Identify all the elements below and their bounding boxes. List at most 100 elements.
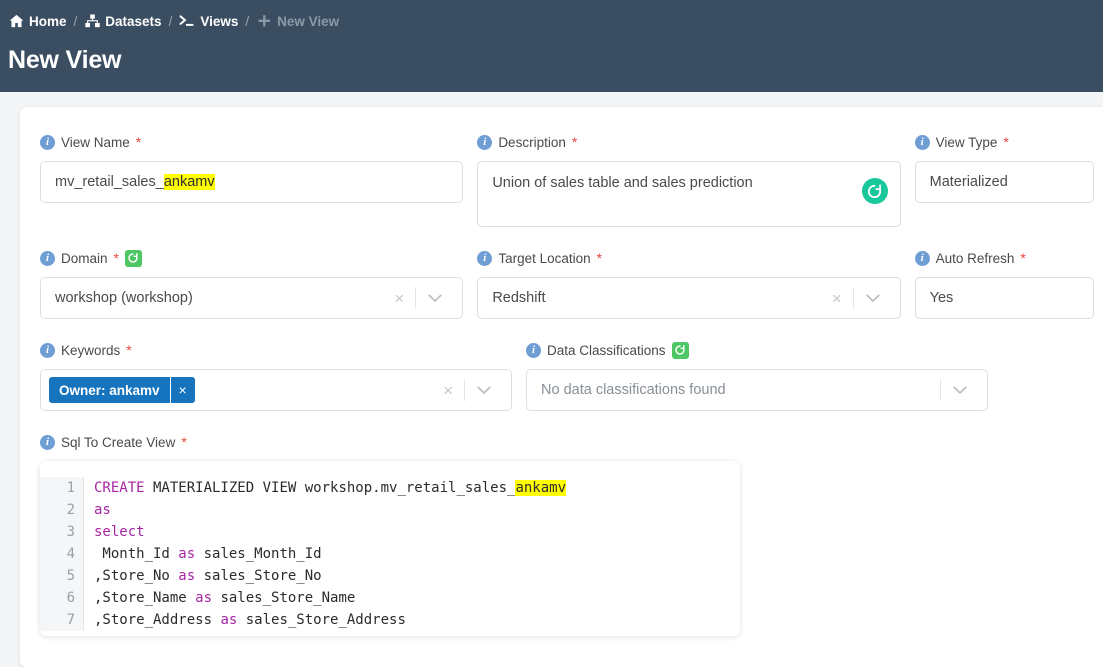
breadcrumb-item-datasets[interactable]: Datasets	[84, 13, 162, 29]
required-asterisk: *	[181, 434, 187, 450]
code-area[interactable]: 1 2 3 4 5 6 7 CREATE MATERIALIZED VIEW worksho…	[40, 477, 740, 631]
label-text: View Name	[61, 134, 130, 150]
select-controls	[940, 379, 977, 401]
label-text: Sql To Create View	[61, 434, 176, 450]
chevron-down-icon[interactable]	[854, 294, 890, 303]
line-number: 4	[66, 546, 75, 562]
target-location-label: i Target Location *	[477, 249, 900, 267]
code-line: CREATE MATERIALIZED VIEW workshop.mv_ret…	[94, 480, 567, 496]
datasets-icon	[84, 13, 100, 29]
info-icon[interactable]: i	[40, 250, 55, 266]
line-number: 7	[66, 612, 75, 628]
clear-icon[interactable]: ×	[383, 290, 415, 307]
breadcrumb-label: Datasets	[105, 13, 162, 29]
label-text: Description	[498, 134, 566, 150]
info-icon[interactable]: i	[914, 134, 930, 150]
info-icon[interactable]: i	[40, 434, 55, 450]
refresh-icon[interactable]	[124, 249, 142, 267]
terminal-icon	[179, 13, 195, 29]
info-icon[interactable]: i	[526, 342, 541, 358]
field-domain: i Domain * workshop (workshop) ×	[40, 249, 464, 319]
info-icon[interactable]: i	[40, 342, 55, 358]
home-icon	[8, 13, 24, 29]
info-icon[interactable]: i	[477, 250, 493, 266]
description-input[interactable]: Union of sales table and sales predictio…	[477, 161, 901, 227]
chevron-down-icon[interactable]	[416, 294, 452, 303]
domain-select[interactable]: workshop (workshop) ×	[40, 277, 464, 319]
view-name-input[interactable]: mv_retail_sales_ ankamv	[40, 161, 464, 203]
target-location-value: Redshift	[492, 290, 546, 306]
label-text: Keywords	[61, 342, 121, 358]
clear-icon[interactable]: ×	[432, 382, 464, 399]
domain-value: workshop (workshop)	[55, 290, 193, 306]
chevron-down-icon[interactable]	[465, 386, 501, 395]
select-controls: ×	[432, 379, 501, 401]
required-asterisk: *	[126, 342, 132, 358]
clear-icon[interactable]: ×	[821, 290, 853, 307]
line-number: 5	[66, 568, 75, 584]
label-text: Data Classifications	[547, 342, 666, 358]
required-asterisk: *	[1003, 134, 1009, 150]
view-name-value: mv_retail_sales_	[55, 174, 164, 190]
auto-refresh-input[interactable]: Yes	[914, 277, 1094, 319]
chevron-down-icon[interactable]	[941, 386, 977, 395]
code-line: Month_Id as sales_Month_Id	[94, 546, 322, 562]
chip-remove-icon[interactable]: ×	[169, 377, 195, 403]
line-number-gutter: 1 2 3 4 5 6 7	[40, 477, 84, 631]
field-sql-to-create-view: i Sql To Create View * 1 2 3 4 5 6 7 CREATE MA…	[40, 433, 1094, 636]
label-text: Auto Refresh	[935, 250, 1015, 266]
refresh-icon[interactable]	[671, 341, 689, 359]
label-text: Target Location	[498, 250, 591, 266]
breadcrumb-item-views[interactable]: Views	[179, 13, 238, 29]
domain-label: i Domain *	[40, 249, 463, 267]
breadcrumb-item-new-view: New View	[256, 13, 339, 29]
description-label: i Description *	[477, 133, 900, 151]
select-controls: ×	[821, 287, 890, 309]
data-classifications-select[interactable]: No data classifications found	[526, 369, 988, 411]
data-classifications-placeholder: No data classifications found	[541, 382, 726, 398]
view-type-input[interactable]: Materialized	[914, 161, 1094, 203]
view-type-value: Materialized	[929, 174, 1008, 190]
view-name-highlight: ankamv	[163, 174, 215, 190]
code-line: ,Store_Name as sales_Store_Name	[94, 590, 356, 606]
breadcrumb-label: Home	[29, 13, 67, 29]
code-line: ,Store_Address as sales_Store_Address	[94, 612, 406, 628]
form-row-1: i View Name * mv_retail_sales_ ankamv i D…	[40, 133, 1094, 227]
field-data-classifications: i Data Classifications No data classific…	[526, 341, 988, 411]
sql-editor[interactable]: 1 2 3 4 5 6 7 CREATE MATERIALIZED VIEW worksho…	[40, 461, 740, 636]
code-content[interactable]: CREATE MATERIALIZED VIEW workshop.mv_ret…	[84, 477, 740, 631]
label-text: View Type	[935, 134, 998, 150]
select-controls: ×	[383, 287, 452, 309]
breadcrumb-separator: /	[168, 13, 173, 29]
view-type-label: i View Type *	[914, 133, 1094, 151]
data-classifications-label: i Data Classifications	[526, 341, 988, 359]
target-location-select[interactable]: Redshift ×	[477, 277, 901, 319]
breadcrumb-separator: /	[245, 13, 250, 29]
view-form-card: i View Name * mv_retail_sales_ ankamv i D…	[20, 107, 1103, 667]
auto-refresh-value: Yes	[929, 290, 954, 306]
required-asterisk: *	[571, 134, 578, 150]
required-asterisk: *	[113, 250, 119, 266]
info-icon[interactable]: i	[40, 134, 55, 150]
page-title: New View	[8, 46, 122, 74]
field-description: i Description * Union of sales table and…	[477, 133, 901, 227]
required-asterisk: *	[596, 250, 603, 266]
line-number: 1	[66, 480, 75, 496]
info-icon[interactable]: i	[477, 134, 493, 150]
keyword-chip[interactable]: Owner: ankamv ×	[49, 377, 195, 403]
breadcrumb-item-home[interactable]: Home	[8, 13, 67, 29]
line-number: 2	[66, 502, 75, 518]
code-line: select	[94, 524, 145, 540]
form-row-3: i Keywords * Owner: ankamv × × i Data Cl…	[40, 341, 1094, 411]
required-asterisk: *	[135, 134, 142, 150]
info-icon[interactable]: i	[914, 250, 930, 266]
view-name-label: i View Name *	[40, 133, 463, 151]
keywords-select[interactable]: Owner: ankamv × ×	[40, 369, 512, 411]
regenerate-icon[interactable]	[861, 178, 888, 204]
code-line: as	[94, 502, 111, 518]
line-number: 6	[66, 590, 75, 606]
field-target-location: i Target Location * Redshift ×	[477, 249, 901, 319]
chip-label: Owner: ankamv	[59, 382, 160, 398]
label-text: Domain	[61, 250, 108, 266]
field-auto-refresh: i Auto Refresh * Yes	[914, 249, 1094, 319]
